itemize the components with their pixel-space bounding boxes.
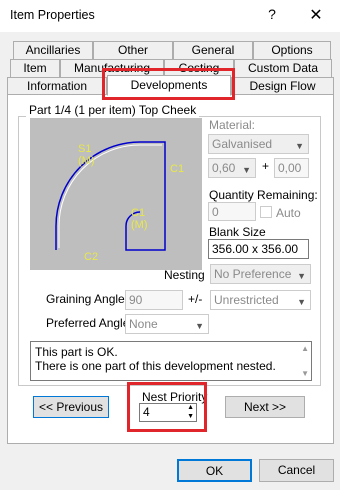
tab-options[interactable]: Options <box>253 41 331 60</box>
blank-size-field[interactable]: 356.00 x 356.00 <box>208 239 309 259</box>
shape-outline <box>55 141 166 251</box>
tab-other[interactable]: Other <box>93 41 173 60</box>
label-c1-right: C1 <box>170 163 184 175</box>
plus-label: + <box>262 159 270 173</box>
material-select[interactable]: Galvanised ▼ <box>208 134 309 154</box>
preferred-angle-select[interactable]: None ▼ <box>125 314 209 334</box>
gauge-select[interactable]: 0,60 ▼ <box>208 158 256 178</box>
tab-general[interactable]: General <box>173 41 253 60</box>
tab-information[interactable]: Information <box>7 77 107 95</box>
auto-label: Auto <box>276 206 301 220</box>
ok-button[interactable]: OK <box>177 459 252 482</box>
scroll-up-icon[interactable]: ▲ <box>301 344 309 353</box>
restriction-select-value: Unrestricted <box>214 293 279 307</box>
label-s1: S1 <box>78 143 91 155</box>
status-message-box[interactable]: This part is OK. There is one part of th… <box>30 341 312 381</box>
nest-priority-highlight <box>127 382 207 432</box>
chevron-down-icon: ▼ <box>295 141 304 151</box>
preferred-angle-select-value: None <box>129 317 158 331</box>
plus-minus-label: +/- <box>188 292 203 306</box>
extra-thickness-field[interactable]: 0,00 <box>274 158 309 178</box>
development-shape: S1 (M) C1 C1 (M) C2 <box>55 141 184 263</box>
part-group-title: Part 1/4 (1 per item) Top Cheek <box>26 103 200 117</box>
label-c1-inner-m: (M) <box>131 219 148 231</box>
material-select-value: Galvanised <box>212 137 273 151</box>
status-message-line-2: There is one part of this development ne… <box>35 359 276 373</box>
close-icon[interactable]: ✕ <box>300 4 332 28</box>
label-s1-m: (M) <box>78 155 95 167</box>
shape-highlight-stroke <box>58 144 162 248</box>
graining-angle-label: Graining Angle <box>46 292 125 306</box>
tab-item[interactable]: Item <box>10 59 60 78</box>
window-title: Item Properties <box>10 8 95 22</box>
development-preview: S1 (M) C1 C1 (M) C2 <box>30 118 202 270</box>
chevron-down-icon: ▼ <box>195 321 204 331</box>
help-icon[interactable]: ? <box>262 6 282 26</box>
restriction-select[interactable]: Unrestricted ▼ <box>210 290 311 310</box>
nesting-label: Nesting <box>164 268 205 282</box>
quantity-field[interactable]: 0 <box>208 202 256 221</box>
chevron-down-icon: ▼ <box>297 297 306 307</box>
quantity-label: Quantity Remaining: <box>209 188 318 202</box>
chevron-down-icon: ▼ <box>242 165 251 175</box>
scroll-down-icon[interactable]: ▼ <box>301 369 309 378</box>
developments-tab-highlight <box>102 68 235 100</box>
next-button[interactable]: Next >> <box>225 396 305 418</box>
previous-button[interactable]: << Previous <box>33 396 109 418</box>
tab-custom-data[interactable]: Custom Data <box>234 59 332 78</box>
nesting-select[interactable]: No Preference ▼ <box>210 264 311 284</box>
cancel-button[interactable]: Cancel <box>259 459 334 482</box>
nesting-select-value: No Preference <box>214 267 292 281</box>
material-label: Material: <box>209 118 256 132</box>
chevron-down-icon: ▼ <box>297 271 306 281</box>
blank-size-label: Blank Size <box>209 225 266 239</box>
auto-checkbox[interactable] <box>260 206 272 218</box>
preferred-angle-label: Preferred Angle <box>46 316 130 330</box>
tab-ancillaries[interactable]: Ancillaries <box>13 41 93 60</box>
graining-angle-field[interactable]: 90 <box>125 290 183 310</box>
label-c1-inner: C1 <box>131 207 145 219</box>
label-c2: C2 <box>84 251 98 263</box>
status-message-line-1: This part is OK. <box>35 345 118 359</box>
tab-design-flow[interactable]: Design Flow <box>231 77 334 95</box>
gauge-select-value: 0,60 <box>212 161 236 175</box>
